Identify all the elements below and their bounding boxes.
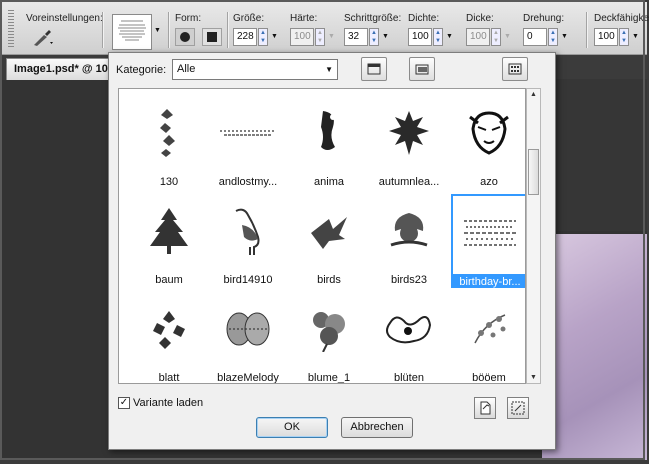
window-frame xyxy=(0,0,645,460)
